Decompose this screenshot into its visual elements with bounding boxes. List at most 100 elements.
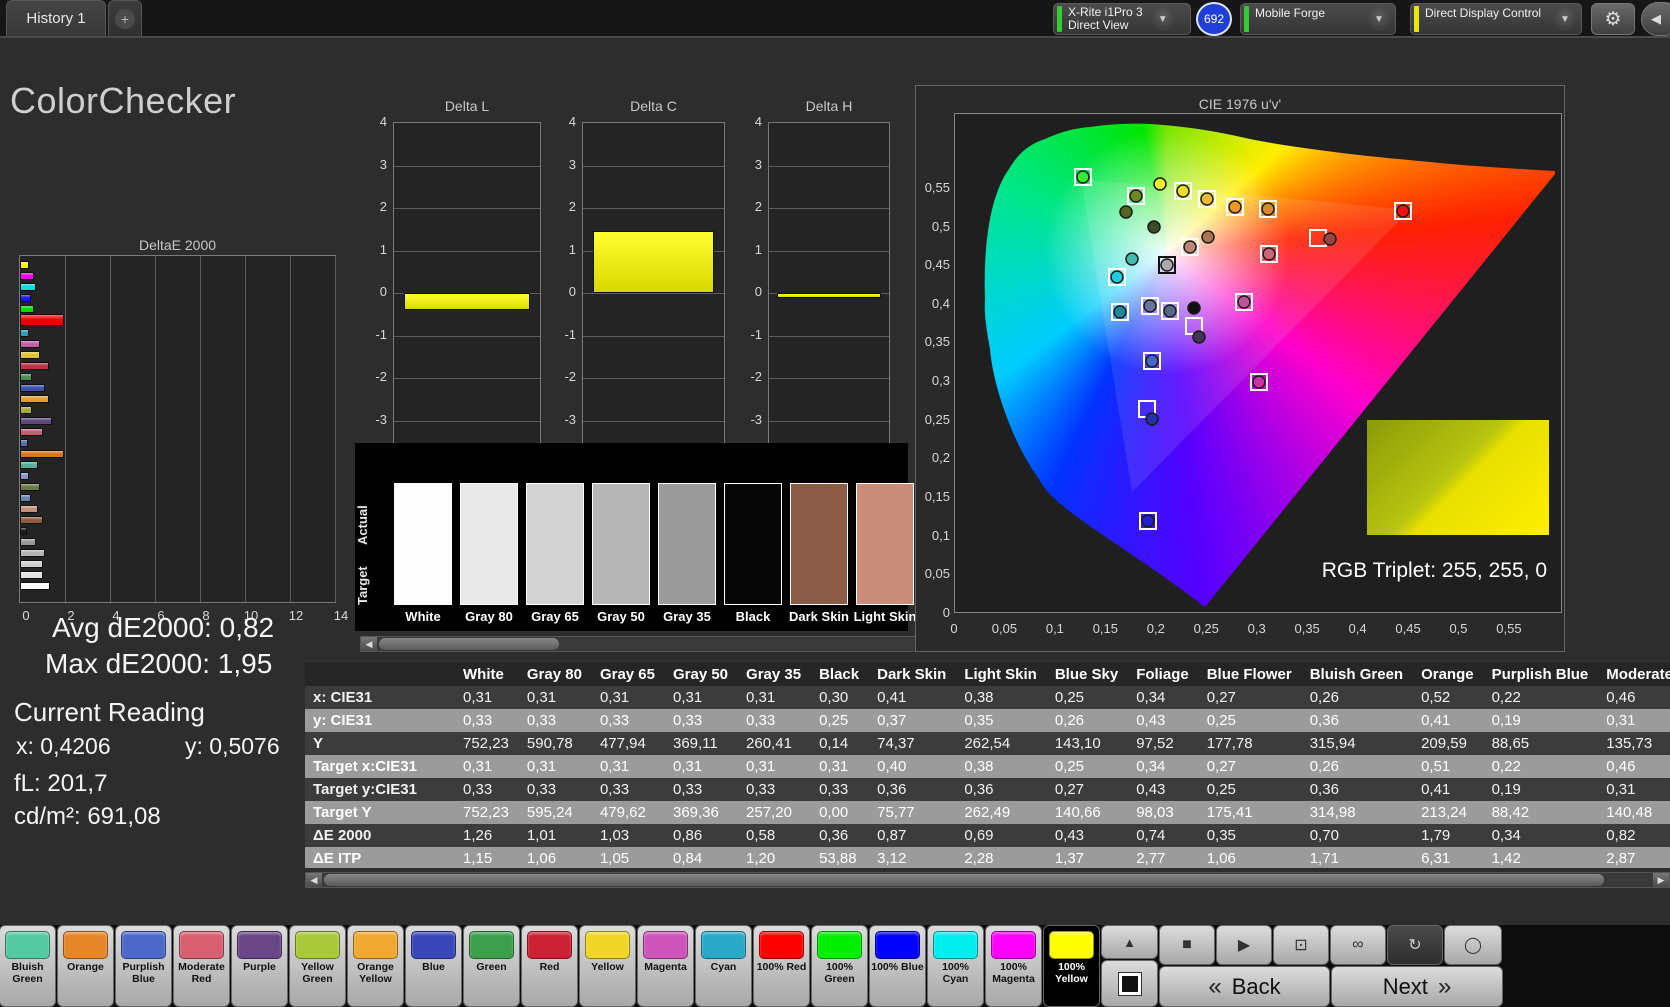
tab-history-1[interactable]: History 1 bbox=[6, 0, 106, 36]
chevron-down-icon: ▼ bbox=[1151, 7, 1175, 31]
table-cell: 0,51 bbox=[1413, 755, 1484, 778]
cie-y-tick: 0 bbox=[916, 605, 950, 620]
table-cell: 2,87 bbox=[1598, 847, 1670, 868]
x-tick: 0 bbox=[13, 608, 39, 623]
patch-swatch-label: Gray 35 bbox=[652, 609, 722, 627]
next-button[interactable]: Next » bbox=[1331, 966, 1503, 1007]
table-cell: 0,33 bbox=[665, 709, 738, 732]
table-cell: 209,59 bbox=[1413, 732, 1484, 755]
table-cell: 1,71 bbox=[1302, 847, 1413, 868]
patch-color-swatch bbox=[121, 931, 166, 959]
patch-button-label: 100% Yellow bbox=[1044, 962, 1099, 985]
table-cell: 0,33 bbox=[455, 778, 519, 801]
patch-button-cyan[interactable]: Cyan bbox=[695, 925, 752, 1007]
patch-button-bluish-green[interactable]: Bluish Green bbox=[0, 925, 56, 1007]
patch-button-orange[interactable]: Orange bbox=[57, 925, 114, 1007]
meter-label: X-Rite i1Pro 3 Direct View bbox=[1068, 6, 1143, 32]
scroll-thumb[interactable] bbox=[379, 638, 559, 650]
table-cell: 0,31 bbox=[455, 755, 519, 778]
patch-button-moderate-red[interactable]: Moderate Red bbox=[173, 925, 230, 1007]
patch-button-orange-yellow[interactable]: Orange Yellow bbox=[347, 925, 404, 1007]
patch-button-red[interactable]: Red bbox=[521, 925, 578, 1007]
x-tick: 12 bbox=[283, 608, 309, 623]
scroll-track[interactable] bbox=[377, 638, 953, 650]
scroll-track[interactable] bbox=[322, 874, 1653, 886]
patch-button-magenta[interactable]: Magenta bbox=[637, 925, 694, 1007]
expand-up-button[interactable]: ▲ bbox=[1101, 925, 1158, 959]
patch-button-purplish-blue[interactable]: Purplish Blue bbox=[115, 925, 172, 1007]
delta-c-bar bbox=[593, 231, 714, 293]
table-cell: 257,20 bbox=[738, 801, 811, 824]
patch-button-blue[interactable]: Blue bbox=[405, 925, 462, 1007]
back-button[interactable]: « Back bbox=[1159, 966, 1330, 1007]
delta-chart-title: Delta L bbox=[373, 98, 561, 114]
patch-mode-button[interactable]: ⊡ bbox=[1273, 925, 1329, 965]
patch-button-100-cyan[interactable]: 100% Cyan bbox=[927, 925, 984, 1007]
table-cell: 143,10 bbox=[1047, 732, 1128, 755]
table-cell: 0,33 bbox=[811, 778, 869, 801]
patch-button-purple[interactable]: Purple bbox=[231, 925, 288, 1007]
current-patch-inset bbox=[1367, 420, 1549, 535]
patch-button-100-red[interactable]: 100% Red bbox=[753, 925, 810, 1007]
patch-color-swatch bbox=[237, 931, 282, 959]
y-tick: 3 bbox=[738, 157, 762, 172]
reading-count-badge[interactable]: 692 bbox=[1196, 2, 1232, 36]
patch-button-100-blue[interactable]: 100% Blue bbox=[869, 925, 926, 1007]
pattern-window-button[interactable] bbox=[1101, 960, 1158, 1007]
y-tick: 2 bbox=[552, 199, 576, 214]
patch-button-yellow[interactable]: Yellow bbox=[579, 925, 636, 1007]
table-cell: 98,03 bbox=[1128, 801, 1199, 824]
cie-chart: RGB Triplet: 255, 255, 0 bbox=[954, 113, 1562, 613]
table-col-white: White bbox=[455, 663, 519, 686]
circle-icon: ◯ bbox=[1464, 935, 1482, 955]
delta-chart-title: Delta C bbox=[562, 98, 745, 114]
patch-button-100-yellow[interactable]: 100% Yellow bbox=[1043, 925, 1100, 1007]
chevron-down-icon: ▼ bbox=[1553, 7, 1577, 31]
collapse-panel-button[interactable]: ◀ bbox=[1641, 2, 1670, 36]
row-label: Target Y bbox=[305, 801, 455, 824]
table-cell: 0,38 bbox=[956, 755, 1047, 778]
de-bar-100-green bbox=[20, 305, 34, 313]
cie-x-tick: 0,55 bbox=[1489, 621, 1529, 636]
table-cell: 0,26 bbox=[1047, 709, 1128, 732]
gridline bbox=[769, 336, 889, 337]
patch-button-label: Bluish Green bbox=[0, 962, 55, 985]
patch-button-green[interactable]: Green bbox=[463, 925, 520, 1007]
patch-button-label: Yellow Green bbox=[290, 962, 345, 985]
swatch-strip-scrollbar[interactable]: ◀ ▶ bbox=[360, 636, 970, 652]
patch-button-100-magenta[interactable]: 100% Magenta bbox=[985, 925, 1042, 1007]
table-cell: 0,36 bbox=[1302, 778, 1413, 801]
display-control-dropdown[interactable]: Direct Display Control ▼ bbox=[1410, 3, 1582, 35]
de2000-chart bbox=[19, 255, 336, 603]
scroll-left-icon[interactable]: ◀ bbox=[361, 637, 377, 651]
play-button[interactable]: ▶ bbox=[1216, 925, 1272, 965]
table-col-gray-65: Gray 65 bbox=[592, 663, 665, 686]
de-bar-blue bbox=[20, 384, 45, 392]
patch-button-label: Red bbox=[540, 962, 560, 974]
scroll-left-icon[interactable]: ◀ bbox=[306, 873, 322, 887]
extra-transport-button[interactable]: ◯ bbox=[1444, 925, 1502, 965]
control-label: Direct Display Control bbox=[1425, 4, 1541, 20]
patch-button-100-green[interactable]: 100% Green bbox=[811, 925, 868, 1007]
cie-y-tick: 0,25 bbox=[916, 412, 950, 427]
patch-color-swatch bbox=[643, 931, 688, 959]
stop-button[interactable]: ■ bbox=[1159, 925, 1215, 965]
scroll-right-icon[interactable]: ▶ bbox=[1653, 873, 1669, 887]
table-scrollbar[interactable]: ◀ ▶ bbox=[305, 872, 1670, 888]
pattern-source-dropdown[interactable]: Mobile Forge ▼ bbox=[1240, 3, 1396, 35]
de-bar-red bbox=[20, 362, 49, 370]
table-cell: 0,22 bbox=[1484, 686, 1599, 709]
table-cell: 0,43 bbox=[1128, 709, 1199, 732]
add-tab-button[interactable]: + bbox=[108, 0, 142, 36]
table-cell: 0,33 bbox=[519, 778, 592, 801]
fl-value: fL: 201,7 bbox=[14, 770, 107, 798]
scroll-thumb[interactable] bbox=[324, 874, 1604, 886]
patch-button-label: Orange bbox=[67, 962, 104, 974]
gear-icon[interactable]: ⚙ bbox=[1591, 3, 1635, 35]
meter-dropdown[interactable]: X-Rite i1Pro 3 Direct View ▼ bbox=[1053, 3, 1191, 35]
refresh-button[interactable]: ↻ bbox=[1387, 925, 1443, 965]
transport-controls: ■ ▶ ⊡ ∞ ↻ ◯ bbox=[1159, 925, 1503, 966]
patch-button-yellow-green[interactable]: Yellow Green bbox=[289, 925, 346, 1007]
loop-button[interactable]: ∞ bbox=[1330, 925, 1386, 965]
patch-color-swatch bbox=[933, 931, 978, 959]
